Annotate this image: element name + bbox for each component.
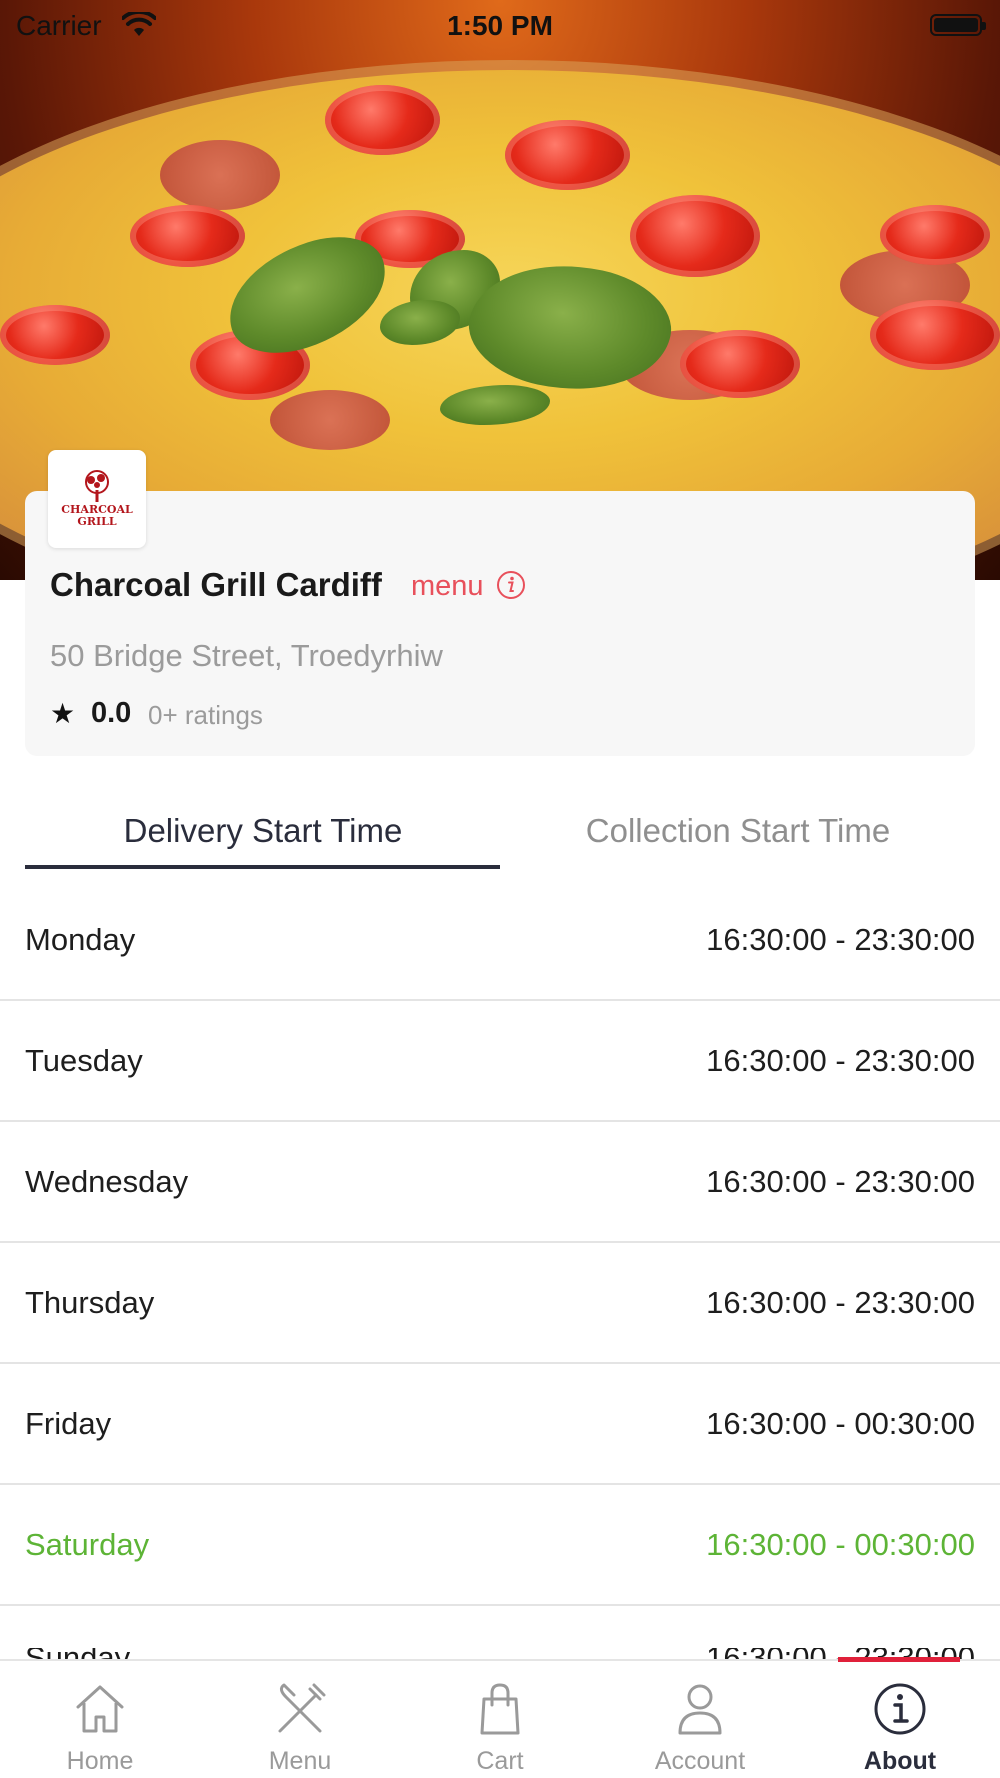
menu-link[interactable]: menu bbox=[411, 570, 484, 603]
tomato-slice bbox=[0, 305, 110, 365]
fork-knife-icon bbox=[278, 1683, 326, 1733]
salami-slice bbox=[270, 390, 390, 450]
rating-value: 0.0 bbox=[91, 697, 132, 729]
store-logo: CHARCOAL GRILL bbox=[48, 450, 146, 548]
tomato-slice bbox=[870, 300, 1000, 370]
bottom-navigation: Home Menu Cart Account About bbox=[0, 1659, 1000, 1778]
day-label: Saturday bbox=[25, 1527, 150, 1562]
store-name: Charcoal Grill Cardiff bbox=[50, 566, 382, 603]
tomato-slice bbox=[880, 205, 990, 265]
tab-collection-start-time[interactable]: Collection Start Time bbox=[500, 812, 976, 850]
tomato-slice bbox=[505, 120, 630, 190]
list-item: Thursday 16:30:00 - 23:30:00 bbox=[0, 1243, 1000, 1364]
tomato-slice bbox=[630, 195, 760, 277]
list-item: Tuesday 16:30:00 - 23:30:00 bbox=[0, 1001, 1000, 1122]
list-item: Friday 16:30:00 - 00:30:00 bbox=[0, 1364, 1000, 1485]
list-item: Monday 16:30:00 - 23:30:00 bbox=[0, 880, 1000, 1001]
tomato-slice bbox=[130, 205, 245, 267]
nav-home[interactable]: Home bbox=[0, 1661, 200, 1778]
nav-label: Cart bbox=[476, 1747, 524, 1775]
nav-cart[interactable]: Cart bbox=[400, 1661, 600, 1778]
shopping-bag-icon bbox=[480, 1683, 520, 1735]
star-icon: ★ bbox=[50, 698, 76, 729]
battery-icon bbox=[930, 14, 986, 36]
nav-label: Menu bbox=[268, 1747, 332, 1775]
nav-label: Account bbox=[654, 1747, 746, 1775]
day-label: Wednesday bbox=[25, 1164, 189, 1199]
rating-count: 0+ ratings bbox=[148, 700, 263, 730]
active-tab-indicator bbox=[25, 865, 500, 869]
nav-menu[interactable]: Menu bbox=[200, 1661, 400, 1778]
day-label: Thursday bbox=[25, 1285, 155, 1320]
time-range: 16:30:00 - 00:30:00 bbox=[706, 1527, 975, 1562]
day-label: Tuesday bbox=[25, 1043, 143, 1078]
nav-account[interactable]: Account bbox=[600, 1661, 800, 1778]
active-nav-indicator bbox=[838, 1657, 960, 1662]
list-item: Wednesday 16:30:00 - 23:30:00 bbox=[0, 1122, 1000, 1243]
nav-label: About bbox=[863, 1747, 937, 1775]
nav-about[interactable]: About bbox=[800, 1661, 1000, 1778]
info-icon[interactable] bbox=[496, 570, 526, 600]
clock: 1:50 PM bbox=[447, 10, 553, 41]
day-label: Monday bbox=[25, 922, 136, 957]
time-range: 16:30:00 - 23:30:00 bbox=[706, 1285, 975, 1320]
logo-text-line2: GRILL bbox=[77, 515, 117, 528]
info-icon bbox=[874, 1683, 926, 1735]
home-icon bbox=[76, 1685, 124, 1733]
store-address: 50 Bridge Street, Troedyrhiw bbox=[50, 638, 443, 673]
list-item-today: Saturday 16:30:00 - 00:30:00 bbox=[0, 1485, 1000, 1606]
tree-logo-icon bbox=[85, 470, 109, 502]
time-range: 16:30:00 - 23:30:00 bbox=[706, 1043, 975, 1078]
tab-delivery-start-time[interactable]: Delivery Start Time bbox=[25, 812, 501, 850]
time-range: 16:30:00 - 23:30:00 bbox=[706, 1164, 975, 1199]
tomato-slice bbox=[325, 85, 440, 155]
nav-label: Home bbox=[66, 1747, 134, 1775]
status-bar: Carrier 1:50 PM bbox=[0, 0, 1000, 50]
time-range: 16:30:00 - 00:30:00 bbox=[706, 1406, 975, 1441]
opening-hours-list: Monday 16:30:00 - 23:30:00 Tuesday 16:30… bbox=[0, 880, 1000, 1606]
tomato-slice bbox=[680, 330, 800, 398]
user-icon bbox=[678, 1684, 722, 1735]
time-range: 16:30:00 - 23:30:00 bbox=[706, 922, 975, 957]
salami-slice bbox=[160, 140, 280, 210]
day-label: Friday bbox=[25, 1406, 112, 1441]
